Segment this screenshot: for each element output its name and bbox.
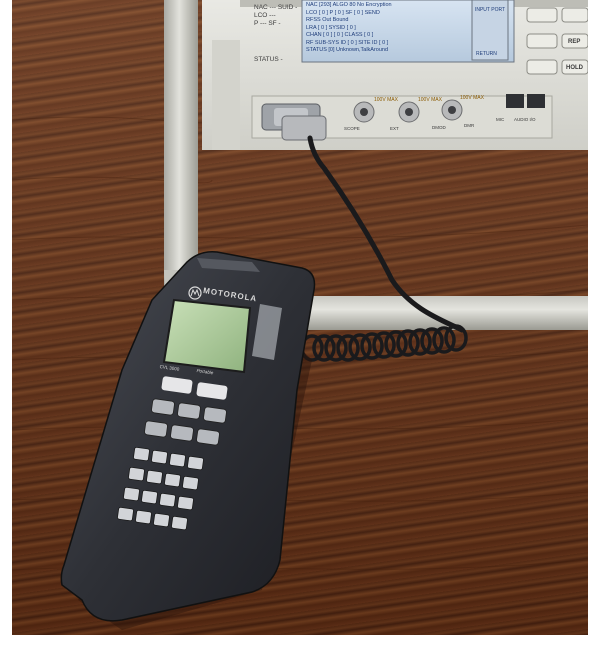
label-100v-3: 100V MAX [460,95,484,101]
port-label-audio: AUDIO I/O [514,117,536,122]
screen-status-left: STATUS - [254,56,283,63]
label-100v-1: 100V MAX [374,97,398,103]
scene [12,0,588,630]
softkey-return: RETURN [476,51,497,57]
port-label-mic: MIC [496,117,505,122]
photo: NAC --- SUID - LCO --- P --- SF - STATUS… [12,0,588,635]
port-label-scope: SCOPE [344,126,360,131]
softkey-input-port: INPUT PORT [474,7,506,13]
label-100v-2: 100V MAX [418,97,442,103]
coiled-cable [300,324,468,362]
key-rep: REP [568,39,581,45]
port-label-dmr: DMR [464,123,475,128]
screen-right-text: NAC [293] ALGO 80 No Encryption LCO [ 0 … [306,2,392,53]
port-label-dmod: DMOD [432,125,446,130]
rj-jack-mic [506,94,524,108]
serial-plug [281,115,327,141]
key-hold: HOLD [566,65,583,71]
handheld-device [60,250,316,622]
stand-tube-left [164,0,198,290]
device-lcd [162,298,252,374]
screen-left-text: NAC --- SUID - LCO --- P --- SF - [254,4,298,27]
port-label-ext: EXT [390,126,399,131]
rj-jack-audio [527,94,545,108]
